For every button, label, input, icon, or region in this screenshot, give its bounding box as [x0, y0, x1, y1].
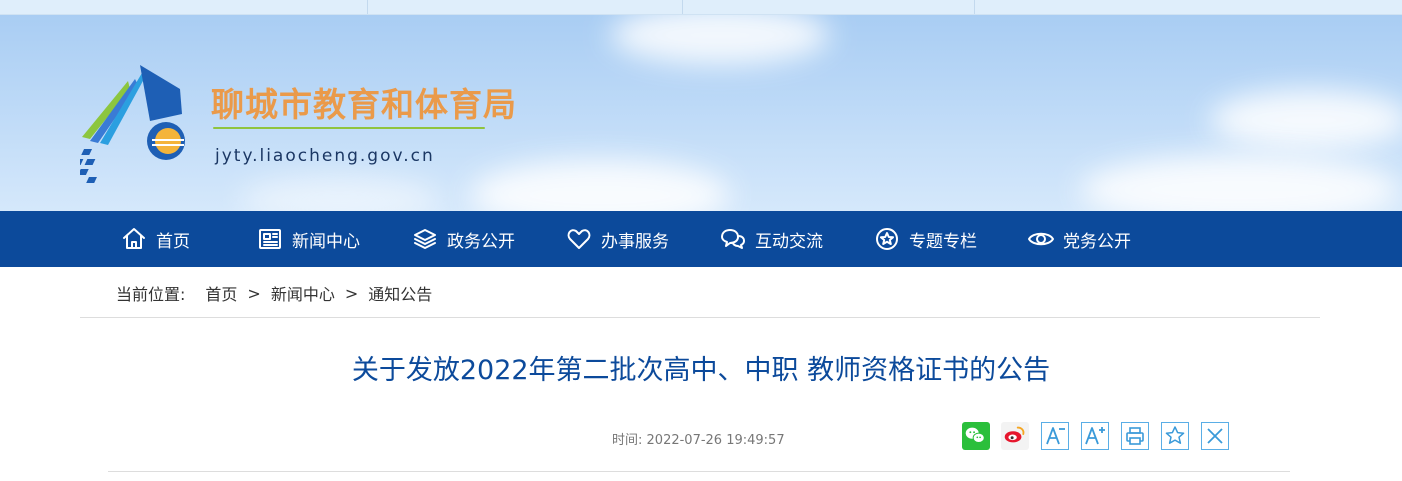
font-increase-button[interactable]	[1081, 422, 1109, 450]
home-icon	[123, 228, 145, 249]
site-domain: jyty.liaocheng.gov.cn	[215, 146, 435, 166]
nav-item-label: 办事服务	[601, 231, 669, 252]
site-name: 聊城市教育和体育局	[211, 85, 517, 124]
nav-item-services[interactable]: 办事服务	[565, 211, 669, 267]
nav-item-label: 党务公开	[1063, 231, 1131, 252]
nav-item-party-affairs[interactable]: 党务公开	[1027, 211, 1131, 267]
weibo-icon	[1004, 426, 1025, 443]
layers-icon	[414, 229, 436, 249]
nav-item-news[interactable]: 新闻中心	[256, 211, 360, 267]
breadcrumb-link-news[interactable]: 新闻中心	[271, 281, 335, 305]
nav-item-label: 新闻中心	[292, 231, 360, 252]
top-bar-divider	[682, 0, 683, 14]
breadcrumb: 当前位置: 首页 > 新闻中心 > 通知公告	[116, 281, 432, 305]
newspaper-icon	[259, 229, 281, 249]
close-icon	[1207, 428, 1223, 444]
nav-item-label: 首页	[156, 231, 190, 252]
site-logo-icon	[80, 65, 185, 183]
font-decrease-button[interactable]	[1041, 422, 1069, 450]
breadcrumb-divider	[80, 317, 1320, 318]
print-icon	[1126, 427, 1144, 445]
banner-cloud	[470, 160, 730, 211]
top-bar-divider	[367, 0, 368, 14]
share-wechat-button[interactable]	[962, 422, 990, 450]
breadcrumb-separator: >	[247, 283, 261, 303]
nav-item-interaction[interactable]: 互动交流	[719, 211, 823, 267]
wechat-icon	[965, 427, 985, 443]
breadcrumb-separator: >	[344, 283, 359, 303]
meta-divider	[108, 471, 1290, 472]
font-decrease-icon	[1046, 427, 1065, 445]
nav-item-special-topics[interactable]: 专题专栏	[873, 211, 977, 267]
chat-icon	[721, 229, 745, 249]
nav-item-government-affairs[interactable]: 政务公开	[411, 211, 515, 267]
banner-cloud	[1210, 90, 1402, 150]
main-navigation: 首页 新闻中心 政务公开 办事服务 互动交流 专题专栏 党务公开	[0, 211, 1402, 267]
article-meta: 时间: 2022-07-26 19:49:57	[612, 429, 785, 448]
article-title: 关于发放2022年第二批次高中、中职 教师资格证书的公告	[351, 355, 1051, 386]
heart-icon	[567, 229, 591, 249]
favorite-icon	[1165, 426, 1185, 444]
publish-time-label: 时间:	[612, 433, 643, 448]
banner-cloud	[240, 175, 440, 211]
font-increase-icon	[1085, 427, 1105, 445]
site-name-underline	[213, 127, 485, 129]
nav-item-home[interactable]: 首页	[120, 211, 190, 267]
banner-cloud	[610, 15, 830, 65]
favorite-button[interactable]	[1161, 422, 1189, 450]
breadcrumb-link-home[interactable]: 首页	[205, 281, 237, 305]
star-circle-icon	[876, 228, 898, 250]
breadcrumb-label: 当前位置:	[116, 285, 186, 304]
nav-item-label: 政务公开	[447, 231, 515, 252]
nav-item-label: 专题专栏	[909, 231, 977, 252]
eye-icon	[1028, 232, 1054, 246]
breadcrumb-link-notices[interactable]: 通知公告	[368, 281, 432, 305]
publish-time: 2022-07-26 19:49:57	[646, 433, 785, 448]
banner-cloud	[1080, 155, 1400, 211]
top-bar-divider	[974, 0, 975, 14]
top-utility-bar	[0, 0, 1402, 15]
share-weibo-button[interactable]	[1001, 422, 1029, 450]
close-button[interactable]	[1201, 422, 1229, 450]
header-banner: 聊城市教育和体育局 jyty.liaocheng.gov.cn	[0, 15, 1402, 211]
print-button[interactable]	[1121, 422, 1149, 450]
nav-item-label: 互动交流	[755, 231, 823, 252]
